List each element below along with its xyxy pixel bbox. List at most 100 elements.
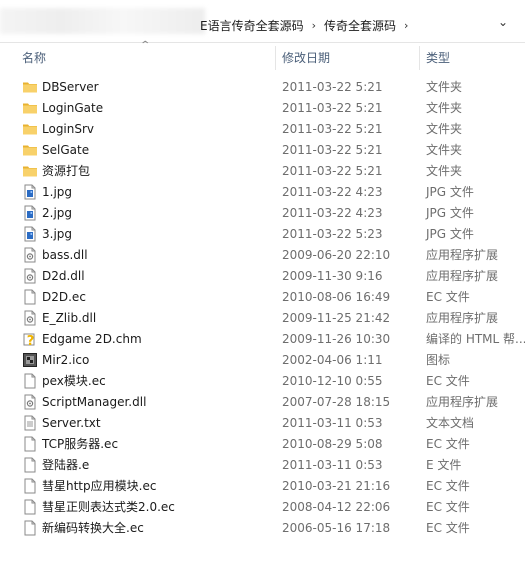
file-type: EC 文件 — [426, 500, 470, 514]
list-item[interactable]: LoginSrv 2011-03-22 5:21 文件夹 — [0, 119, 525, 140]
chevron-right-icon[interactable]: › — [312, 19, 316, 32]
list-item[interactable]: ? Edgame 2D.chm 2009-11-26 10:30 编译的 HTML 帮… — [0, 329, 525, 350]
list-item[interactable]: E_Zlib.dll 2009-11-25 21:42 应用程序扩展 — [0, 308, 525, 329]
list-item[interactable]: 彗星正则表达式类2.0.ec 2008-04-12 22:06 EC 文件 — [0, 497, 525, 518]
file-date: 2010-12-10 0:55 — [282, 374, 383, 388]
breadcrumb-parent[interactable]: E语言传奇全套源码 — [200, 17, 304, 34]
list-item[interactable]: 2.jpg 2011-03-22 4:23 JPG 文件 — [0, 203, 525, 224]
column-name-header[interactable]: 名称 — [22, 46, 46, 70]
list-item[interactable]: bass.dll 2009-06-20 22:10 应用程序扩展 — [0, 245, 525, 266]
file-date: 2007-07-28 18:15 — [282, 395, 391, 409]
file-name: pex模块.ec — [42, 374, 106, 388]
file-name: 彗星http应用模块.ec — [42, 479, 157, 493]
list-item[interactable]: 1.jpg 2011-03-22 4:23 JPG 文件 — [0, 182, 525, 203]
list-item[interactable]: 3.jpg 2011-03-22 5:23 JPG 文件 — [0, 224, 525, 245]
file-type: 应用程序扩展 — [426, 311, 499, 325]
list-item[interactable]: D2d.dll 2009-11-30 9:16 应用程序扩展 — [0, 266, 525, 287]
list-item[interactable]: Server.txt 2011-03-11 0:53 文本文档 — [0, 413, 525, 434]
file-type: 编译的 HTML 帮... — [426, 332, 525, 346]
list-item[interactable]: LoginGate 2011-03-22 5:21 文件夹 — [0, 98, 525, 119]
image-file-icon — [22, 226, 38, 242]
dll-file-icon — [22, 394, 38, 410]
file-name: D2D.ec — [42, 290, 86, 304]
list-item[interactable]: pex模块.ec 2010-12-10 0:55 EC 文件 — [0, 371, 525, 392]
list-item[interactable]: 登陆器.e 2011-03-11 0:53 E 文件 — [0, 455, 525, 476]
file-name: LoginSrv — [42, 122, 95, 136]
file-name: Server.txt — [42, 416, 101, 430]
folder-icon — [22, 121, 38, 137]
file-type: EC 文件 — [426, 521, 470, 535]
list-item[interactable]: ScriptManager.dll 2007-07-28 18:15 应用程序扩展 — [0, 392, 525, 413]
file-name: 彗星正则表达式类2.0.ec — [42, 500, 175, 514]
folder-icon — [22, 142, 38, 158]
text-file-icon — [22, 415, 38, 431]
file-type: 应用程序扩展 — [426, 395, 499, 409]
file-type: EC 文件 — [426, 437, 470, 451]
file-date: 2011-03-22 5:21 — [282, 143, 383, 157]
file-date: 2010-08-29 5:08 — [282, 437, 383, 451]
folder-icon — [22, 79, 38, 95]
breadcrumb-current[interactable]: 传奇全套源码 — [324, 17, 396, 34]
file-type: 文件夹 — [426, 164, 463, 178]
blank-file-icon — [22, 436, 38, 452]
file-type: 文件夹 — [426, 143, 463, 157]
address-bar[interactable]: E语言传奇全套源码 › 传奇全套源码 › ⌄ — [0, 0, 525, 46]
file-name: Mir2.ico — [42, 353, 90, 367]
file-name: 3.jpg — [42, 227, 73, 241]
breadcrumb: E语言传奇全套源码 › 传奇全套源码 › — [200, 16, 416, 34]
file-type: 文件夹 — [426, 101, 463, 115]
file-date: 2006-05-16 17:18 — [282, 521, 391, 535]
file-name: SelGate — [42, 143, 90, 157]
list-item[interactable]: DBServer 2011-03-22 5:21 文件夹 — [0, 77, 525, 98]
file-type: 应用程序扩展 — [426, 248, 499, 262]
file-date: 2009-11-26 10:30 — [282, 332, 391, 346]
file-date: 2011-03-11 0:53 — [282, 416, 383, 430]
folder-icon — [22, 100, 38, 116]
list-item[interactable]: TCP服务器.ec 2010-08-29 5:08 EC 文件 — [0, 434, 525, 455]
dll-file-icon — [22, 310, 38, 326]
file-name: 登陆器.e — [42, 458, 90, 472]
column-divider[interactable] — [275, 46, 276, 70]
file-name: 资源打包 — [42, 164, 91, 178]
blank-file-icon — [22, 478, 38, 494]
file-type: 文件夹 — [426, 122, 463, 136]
file-name: Edgame 2D.chm — [42, 332, 142, 346]
list-item[interactable]: SelGate 2011-03-22 5:21 文件夹 — [0, 140, 525, 161]
file-name: 新编码转换大全.ec — [42, 521, 144, 535]
dll-file-icon — [22, 268, 38, 284]
file-type: 文件夹 — [426, 80, 463, 94]
file-date: 2011-03-22 5:21 — [282, 101, 383, 115]
list-item[interactable]: 新编码转换大全.ec 2006-05-16 17:18 EC 文件 — [0, 518, 525, 539]
file-date: 2010-08-06 16:49 — [282, 290, 391, 304]
file-type: EC 文件 — [426, 374, 470, 388]
file-date: 2011-03-22 4:23 — [282, 206, 383, 220]
column-date-header[interactable]: 修改日期 — [282, 46, 330, 70]
image-file-icon — [22, 205, 38, 221]
file-name: LoginGate — [42, 101, 104, 115]
list-item[interactable]: 彗星http应用模块.ec 2010-03-21 21:16 EC 文件 — [0, 476, 525, 497]
file-type: EC 文件 — [426, 290, 470, 304]
chevron-right-icon[interactable]: › — [404, 19, 408, 32]
file-date: 2009-11-25 21:42 — [282, 311, 391, 325]
blank-file-icon — [22, 520, 38, 536]
folder-icon — [22, 163, 38, 179]
list-item[interactable]: Mir2.ico 2002-04-06 1:11 图标 — [0, 350, 525, 371]
file-name: 1.jpg — [42, 185, 73, 199]
file-list: DBServer 2011-03-22 5:21 文件夹 LoginGate 2011-… — [0, 77, 525, 539]
file-date: 2011-03-22 5:21 — [282, 80, 383, 94]
list-item[interactable]: D2D.ec 2010-08-06 16:49 EC 文件 — [0, 287, 525, 308]
file-type: E 文件 — [426, 458, 462, 472]
list-item[interactable]: 资源打包 2011-03-22 5:21 文件夹 — [0, 161, 525, 182]
file-type: EC 文件 — [426, 479, 470, 493]
chevron-down-icon[interactable]: ⌄ — [496, 14, 510, 30]
file-date: 2011-03-22 5:23 — [282, 227, 383, 241]
file-date: 2009-06-20 22:10 — [282, 248, 391, 262]
file-date: 2010-03-21 21:16 — [282, 479, 391, 493]
column-divider[interactable] — [419, 46, 420, 70]
blank-file-icon — [22, 457, 38, 473]
file-name: bass.dll — [42, 248, 88, 262]
column-header: 名称 修改日期 类型 — [0, 46, 525, 70]
column-type-header[interactable]: 类型 — [426, 46, 450, 70]
file-type: JPG 文件 — [426, 206, 474, 220]
file-date: 2011-03-22 4:23 — [282, 185, 383, 199]
